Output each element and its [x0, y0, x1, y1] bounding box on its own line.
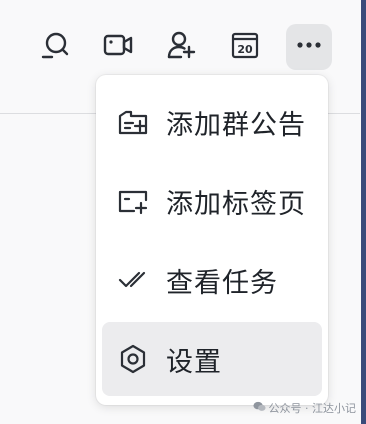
window-edge: [361, 0, 366, 424]
more-icon: [294, 30, 324, 64]
menu-item-label: 添加群公告: [166, 109, 306, 141]
task-check-icon: [116, 263, 150, 297]
menu-item-add-tab[interactable]: 添加标签页: [102, 164, 322, 238]
group-announcement-icon: [116, 105, 150, 139]
wechat-icon: [252, 400, 266, 416]
more-options-menu: 添加群公告 添加标签页 查看任务 设置: [96, 75, 328, 405]
menu-item-view-tasks[interactable]: 查看任务: [102, 243, 322, 317]
search-icon: [40, 30, 70, 64]
gear-icon: [116, 342, 150, 376]
watermark: 公众号 · 江达小记: [252, 400, 357, 416]
more-button[interactable]: [286, 24, 332, 70]
menu-item-label: 添加标签页: [166, 188, 306, 220]
calendar-icon: 20: [230, 30, 260, 64]
menu-item-label: 查看任务: [166, 267, 278, 299]
menu-item-add-group-announcement[interactable]: 添加群公告: [102, 85, 322, 159]
search-button[interactable]: [32, 24, 78, 70]
add-member-icon: [166, 30, 196, 64]
calendar-day-label: 20: [237, 43, 253, 56]
video-call-button[interactable]: [95, 24, 141, 70]
watermark-text: 公众号 · 江达小记: [268, 402, 357, 415]
add-tab-icon: [116, 184, 150, 218]
menu-item-settings[interactable]: 设置: [102, 322, 322, 396]
menu-item-label: 设置: [166, 346, 222, 378]
add-member-button[interactable]: [158, 24, 204, 70]
video-call-icon: [103, 30, 133, 64]
calendar-button[interactable]: 20: [222, 24, 268, 70]
